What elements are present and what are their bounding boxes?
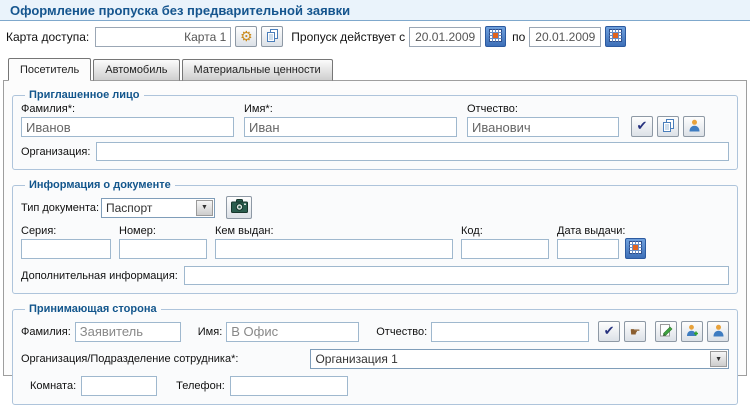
middlename-input[interactable] xyxy=(467,117,619,137)
copy-card-button[interactable] xyxy=(261,26,283,47)
calendar-icon xyxy=(609,29,622,45)
edit-host-button[interactable] xyxy=(655,321,677,342)
validity-label: Пропуск действует с xyxy=(291,30,405,44)
confirm-person-button[interactable]: ✔ xyxy=(631,116,653,137)
photo-button[interactable] xyxy=(226,196,252,219)
organization-input[interactable] xyxy=(96,142,729,161)
firstname-label: Имя*: xyxy=(244,103,457,115)
tab-bar: Посетитель Автомобиль Материальные ценно… xyxy=(0,55,750,81)
doc-type-select[interactable]: Паспорт ▼ xyxy=(101,198,215,218)
host-firstname-input[interactable] xyxy=(226,322,359,342)
tab-vehicle[interactable]: Автомобиль xyxy=(93,59,179,81)
person-icon xyxy=(688,119,701,135)
encode-card-button[interactable]: ⚙ xyxy=(235,26,257,47)
number-input[interactable] xyxy=(119,239,207,259)
host-lastname-label: Фамилия: xyxy=(21,326,71,338)
confirm-host-button[interactable]: ✔ xyxy=(598,321,620,342)
valid-from-calendar-button[interactable] xyxy=(485,26,506,47)
document-info-legend: Информация о документе xyxy=(25,179,175,191)
organization-label: Организация: xyxy=(21,146,90,158)
issued-by-input[interactable] xyxy=(215,239,453,259)
valid-to-input[interactable] xyxy=(529,27,601,47)
code-input[interactable] xyxy=(461,239,549,259)
add-host-button[interactable] xyxy=(681,321,703,342)
select-host-button[interactable]: ☛ xyxy=(624,321,646,342)
additional-info-input[interactable] xyxy=(184,266,729,285)
header-bar: Оформление пропуска без предварительной … xyxy=(0,0,750,21)
number-label: Номер: xyxy=(119,225,207,237)
person-icon xyxy=(712,324,725,340)
series-input[interactable] xyxy=(21,239,111,259)
page-title: Оформление пропуска без предварительной … xyxy=(10,3,350,18)
lastname-label: Фамилия*: xyxy=(21,103,234,115)
host-org-label: Организация/Подразделение сотрудника*: xyxy=(21,353,238,365)
check-icon: ✔ xyxy=(637,120,648,133)
host-org-select[interactable]: Организация 1 ▼ xyxy=(310,349,729,369)
invited-person-fieldset: Приглашенное лицо Фамилия*: Имя*: Отчест… xyxy=(12,89,738,170)
copy-icon xyxy=(662,119,675,135)
person-add-icon xyxy=(686,324,699,340)
tab-material-values[interactable]: Материальные ценности xyxy=(182,59,333,81)
series-label: Серия: xyxy=(21,225,111,237)
issued-by-label: Кем выдан: xyxy=(215,225,453,237)
host-card-button[interactable] xyxy=(707,321,729,342)
pass-form-window: Оформление пропуска без предварительной … xyxy=(0,0,750,405)
tab-visitor[interactable]: Посетитель xyxy=(8,58,91,81)
issue-date-label: Дата выдачи: xyxy=(557,225,619,237)
lastname-input[interactable] xyxy=(21,117,234,137)
edit-icon xyxy=(660,324,673,340)
issue-date-input[interactable] xyxy=(557,239,619,259)
check-icon: ✔ xyxy=(604,325,615,338)
access-card-label: Карта доступа: xyxy=(6,30,89,44)
gear-icon: ⚙ xyxy=(240,30,253,44)
receiving-party-legend: Принимающая сторона xyxy=(25,303,161,315)
host-lastname-input[interactable] xyxy=(75,322,181,342)
dropdown-arrow-icon: ▼ xyxy=(196,200,213,216)
host-middlename-label: Отчество: xyxy=(376,326,427,338)
to-label: по xyxy=(512,30,525,44)
camera-icon xyxy=(231,199,248,216)
receiving-party-fieldset: Принимающая сторона Фамилия: Имя: Отчест… xyxy=(12,303,738,405)
copy-person-button[interactable] xyxy=(657,116,679,137)
dropdown-arrow-icon: ▼ xyxy=(710,351,727,367)
access-card-input[interactable] xyxy=(95,27,231,47)
issue-date-calendar-button[interactable] xyxy=(625,238,646,259)
invited-person-legend: Приглашенное лицо xyxy=(25,89,144,101)
host-firstname-label: Имя: xyxy=(198,326,222,338)
additional-info-label: Дополнительная информация: xyxy=(21,270,178,282)
room-input[interactable] xyxy=(81,376,157,396)
phone-input[interactable] xyxy=(230,376,348,396)
middlename-label: Отчество: xyxy=(467,103,619,115)
valid-to-calendar-button[interactable] xyxy=(605,26,626,47)
code-label: Код: xyxy=(461,225,549,237)
phone-label: Телефон: xyxy=(176,380,225,392)
host-org-value: Организация 1 xyxy=(315,352,706,366)
valid-from-input[interactable] xyxy=(409,27,481,47)
copy-icon xyxy=(266,29,279,45)
access-card-row: Карта доступа: ⚙ Пропуск действует с по xyxy=(0,21,750,52)
pointing-hand-icon: ☛ xyxy=(630,326,641,338)
calendar-icon xyxy=(489,29,502,45)
person-card-button[interactable] xyxy=(683,116,705,137)
firstname-input[interactable] xyxy=(244,117,457,137)
host-middlename-input[interactable] xyxy=(431,322,589,342)
visitor-tab-panel: Приглашенное лицо Фамилия*: Имя*: Отчест… xyxy=(3,80,747,376)
doc-type-value: Паспорт xyxy=(106,201,192,215)
room-label: Комната: xyxy=(30,380,76,392)
doc-type-label: Тип документа: xyxy=(21,202,95,214)
document-info-fieldset: Информация о документе Тип документа: Па… xyxy=(12,179,738,294)
calendar-icon xyxy=(629,241,642,257)
